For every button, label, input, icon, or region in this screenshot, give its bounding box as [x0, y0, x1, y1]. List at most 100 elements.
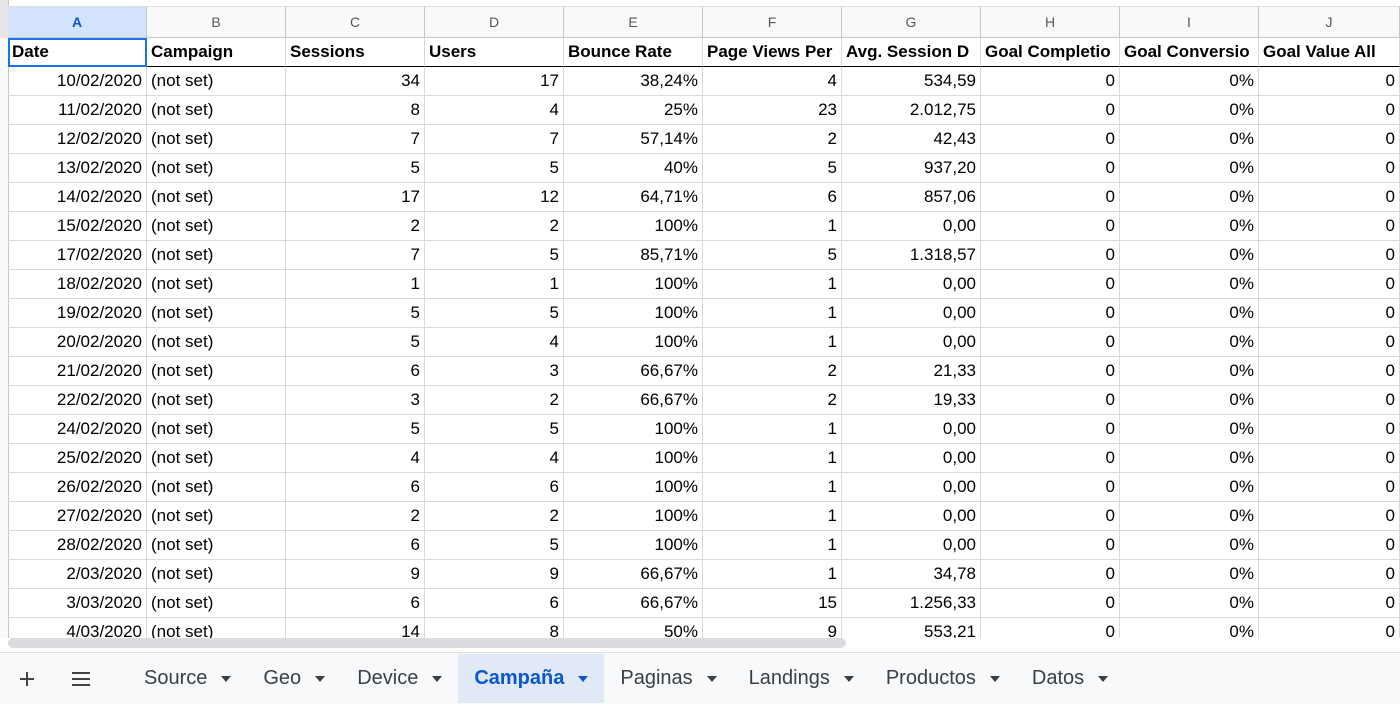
cell-c[interactable]: 6 [286, 357, 425, 386]
cell-i[interactable]: 0% [1120, 444, 1259, 473]
cell-e[interactable]: 66,67% [564, 560, 703, 589]
cell-f[interactable]: 1 [703, 531, 842, 560]
cell-i[interactable]: 0% [1120, 212, 1259, 241]
cell-c[interactable]: 1 [286, 270, 425, 299]
column-header-g[interactable]: G [842, 6, 981, 38]
caret-down-icon[interactable] [315, 675, 326, 682]
cell-f[interactable]: 15 [703, 589, 842, 618]
caret-down-icon[interactable] [578, 675, 589, 682]
header-cell-f[interactable]: Page Views Per [703, 38, 842, 67]
cell-i[interactable]: 0% [1120, 328, 1259, 357]
cell-i[interactable]: 0% [1120, 96, 1259, 125]
cell-d[interactable]: 5 [425, 415, 564, 444]
cell-i[interactable]: 0% [1120, 154, 1259, 183]
horizontal-scrollbar[interactable] [8, 638, 1400, 652]
cell-d[interactable]: 2 [425, 502, 564, 531]
cell-b[interactable]: (not set) [147, 212, 286, 241]
cell-b[interactable]: (not set) [147, 328, 286, 357]
cell-f[interactable]: 1 [703, 299, 842, 328]
cell-h[interactable]: 0 [981, 154, 1120, 183]
cell-j[interactable]: 0 [1259, 386, 1400, 415]
sheet-tab-7[interactable]: Datos [1016, 654, 1124, 703]
cell-f[interactable]: 9 [703, 618, 842, 638]
header-cell-g[interactable]: Avg. Session D [842, 38, 981, 67]
header-cell-a[interactable]: Date [8, 38, 147, 67]
cell-j[interactable]: 0 [1259, 415, 1400, 444]
caret-down-icon[interactable] [432, 675, 443, 682]
cell-c[interactable]: 17 [286, 183, 425, 212]
cell-d[interactable]: 5 [425, 531, 564, 560]
cell-c[interactable]: 3 [286, 386, 425, 415]
sheet-tab-4[interactable]: Paginas [604, 654, 732, 703]
cell-h[interactable]: 0 [981, 531, 1120, 560]
cell-h[interactable]: 0 [981, 299, 1120, 328]
column-header-h[interactable]: H [981, 6, 1120, 38]
cell-i[interactable]: 0% [1120, 589, 1259, 618]
cell-j[interactable]: 0 [1259, 125, 1400, 154]
cell-e[interactable]: 100% [564, 444, 703, 473]
column-header-a[interactable]: A [8, 6, 147, 38]
cell-h[interactable]: 0 [981, 618, 1120, 638]
cell-f[interactable]: 1 [703, 560, 842, 589]
sheet-tab-5[interactable]: Landings [733, 654, 870, 703]
cell-g[interactable]: 0,00 [842, 328, 981, 357]
column-header-i[interactable]: I [1120, 6, 1259, 38]
cell-i[interactable]: 0% [1120, 357, 1259, 386]
cell-j[interactable]: 0 [1259, 589, 1400, 618]
cell-a[interactable]: 11/02/2020 [8, 96, 147, 125]
header-cell-d[interactable]: Users [425, 38, 564, 67]
cell-h[interactable]: 0 [981, 241, 1120, 270]
cell-a[interactable]: 4/03/2020 [8, 618, 147, 638]
cell-c[interactable]: 5 [286, 328, 425, 357]
cell-d[interactable]: 2 [425, 212, 564, 241]
add-sheet-button[interactable] [0, 653, 54, 704]
cell-g[interactable]: 0,00 [842, 502, 981, 531]
cell-h[interactable]: 0 [981, 270, 1120, 299]
cell-j[interactable]: 0 [1259, 270, 1400, 299]
cell-g[interactable]: 0,00 [842, 473, 981, 502]
cell-d[interactable]: 17 [425, 67, 564, 96]
cell-a[interactable]: 20/02/2020 [8, 328, 147, 357]
cell-a[interactable]: 22/02/2020 [8, 386, 147, 415]
cell-j[interactable]: 0 [1259, 67, 1400, 96]
column-header-c[interactable]: C [286, 6, 425, 38]
caret-down-icon[interactable] [843, 675, 854, 682]
cell-b[interactable]: (not set) [147, 531, 286, 560]
cell-f[interactable]: 1 [703, 473, 842, 502]
sheet-tab-2[interactable]: Device [341, 654, 458, 703]
cell-c[interactable]: 4 [286, 444, 425, 473]
cell-i[interactable]: 0% [1120, 415, 1259, 444]
cell-b[interactable]: (not set) [147, 618, 286, 638]
cell-b[interactable]: (not set) [147, 154, 286, 183]
header-cell-h[interactable]: Goal Completio [981, 38, 1120, 67]
cell-b[interactable]: (not set) [147, 125, 286, 154]
cell-c[interactable]: 7 [286, 241, 425, 270]
cell-d[interactable]: 5 [425, 154, 564, 183]
column-header-e[interactable]: E [564, 6, 703, 38]
cell-d[interactable]: 4 [425, 96, 564, 125]
caret-down-icon[interactable] [221, 675, 232, 682]
cell-d[interactable]: 12 [425, 183, 564, 212]
cell-g[interactable]: 1.256,33 [842, 589, 981, 618]
cell-e[interactable]: 100% [564, 502, 703, 531]
cell-h[interactable]: 0 [981, 560, 1120, 589]
cell-j[interactable]: 0 [1259, 444, 1400, 473]
header-cell-e[interactable]: Bounce Rate [564, 38, 703, 67]
cell-g[interactable]: 34,78 [842, 560, 981, 589]
cell-j[interactable]: 0 [1259, 212, 1400, 241]
cell-a[interactable]: 28/02/2020 [8, 531, 147, 560]
cell-a[interactable]: 2/03/2020 [8, 560, 147, 589]
cell-i[interactable]: 0% [1120, 67, 1259, 96]
cell-e[interactable]: 66,67% [564, 386, 703, 415]
header-cell-j[interactable]: Goal Value All [1259, 38, 1400, 67]
cell-h[interactable]: 0 [981, 67, 1120, 96]
cell-e[interactable]: 100% [564, 270, 703, 299]
cell-g[interactable]: 42,43 [842, 125, 981, 154]
cell-d[interactable]: 7 [425, 125, 564, 154]
cell-g[interactable]: 1.318,57 [842, 241, 981, 270]
cell-a[interactable]: 14/02/2020 [8, 183, 147, 212]
cell-f[interactable]: 2 [703, 125, 842, 154]
cell-b[interactable]: (not set) [147, 502, 286, 531]
cell-e[interactable]: 100% [564, 473, 703, 502]
cell-a[interactable]: 21/02/2020 [8, 357, 147, 386]
